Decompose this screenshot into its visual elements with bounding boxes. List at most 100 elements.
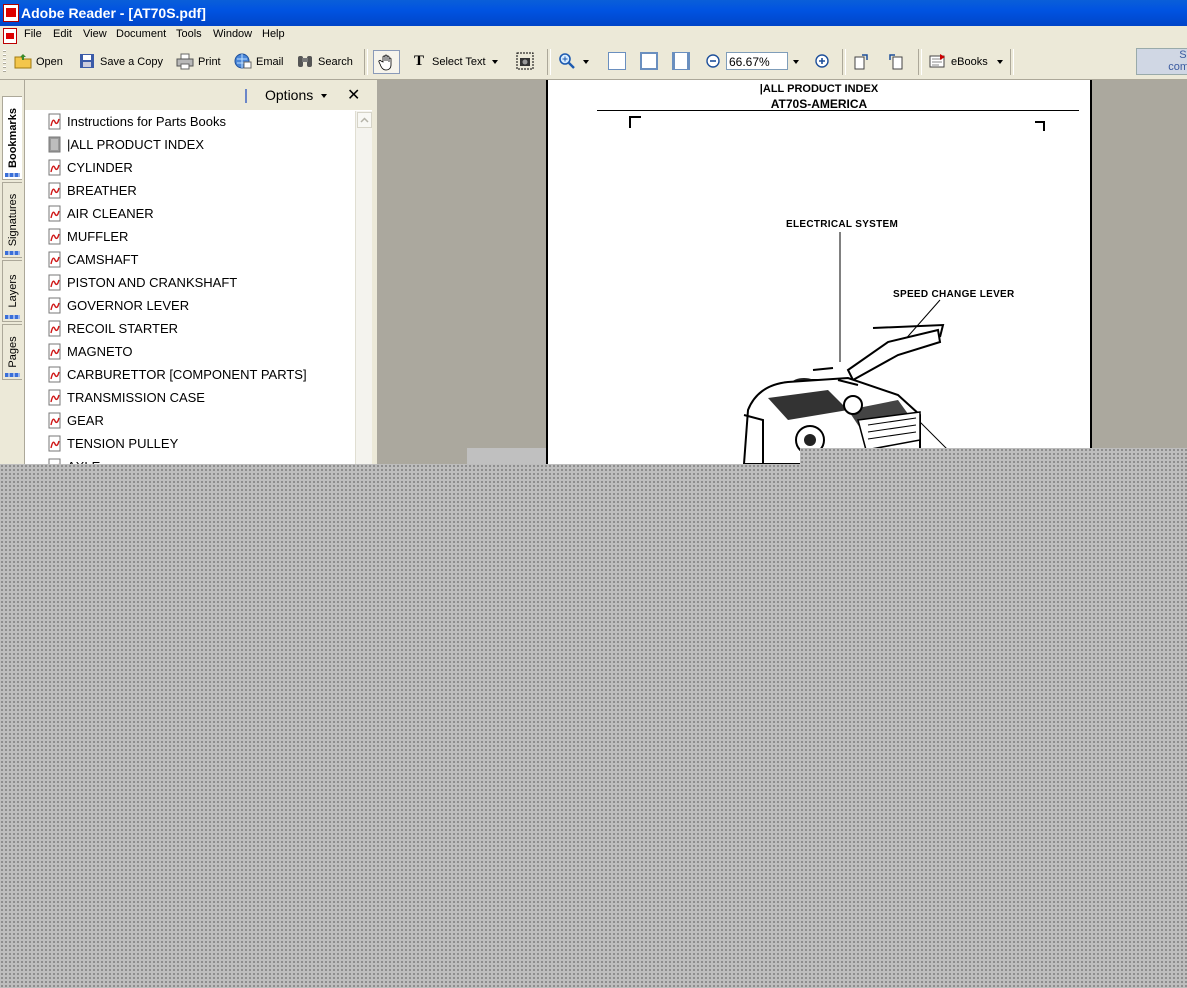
pdf-bookmark-icon	[48, 228, 61, 245]
select-text-icon: T	[413, 53, 424, 70]
bookmark-label: Instructions for Parts Books	[67, 114, 226, 129]
print-button[interactable]: Print	[176, 51, 221, 73]
fit-page-button[interactable]	[640, 51, 662, 73]
menu-help[interactable]: Help	[262, 28, 285, 40]
bookmark-item[interactable]: TENSION PULLEY	[47, 433, 178, 455]
bookmark-label: TRANSMISSION CASE	[67, 390, 205, 405]
zoom-out-button[interactable]	[704, 51, 726, 73]
zoom-tool-dropdown[interactable]	[583, 60, 590, 65]
pdf-bookmark-icon	[48, 182, 61, 199]
rotate-counterclockwise-button[interactable]	[886, 51, 908, 73]
bookmark-item[interactable]: PISTON AND CRANKSHAFT	[47, 272, 237, 294]
pdf-bookmark-icon	[48, 343, 61, 360]
menu-document[interactable]: Document	[116, 28, 166, 40]
bookmark-label: CARBURETTOR [COMPONENT PARTS]	[67, 367, 307, 382]
document-icon[interactable]	[3, 28, 17, 44]
menu-window[interactable]: Window	[213, 28, 252, 40]
options-button[interactable]: Options	[245, 87, 328, 104]
bookmark-label: MAGNETO	[67, 344, 133, 359]
tab-signatures[interactable]: Signatures	[2, 182, 22, 258]
zoom-level-dropdown[interactable]	[793, 51, 799, 73]
pdf-bookmark-icon	[48, 251, 61, 268]
options-icon	[245, 89, 259, 104]
navigation-tabs: Bookmarks Signatures Layers Pages	[0, 80, 25, 464]
open-folder-icon	[14, 54, 32, 69]
bookmark-item[interactable]: TRANSMISSION CASE	[47, 387, 205, 409]
tab-layers[interactable]: Layers	[2, 260, 22, 322]
fit-width-icon	[672, 52, 690, 71]
zoom-in-tool-button[interactable]	[558, 51, 590, 73]
bookmarks-panel: Options ✕ Instructions for Parts Books |A…	[25, 80, 373, 464]
bookmark-item[interactable]: CARBURETTOR [COMPONENT PARTS]	[47, 364, 307, 386]
ebooks-icon	[929, 54, 945, 68]
bookmark-list: Instructions for Parts Books |ALL PRODUCT…	[25, 111, 355, 464]
bookmark-label: TENSION PULLEY	[67, 436, 179, 451]
bookmark-item[interactable]: CAMSHAFT	[47, 249, 139, 271]
ebooks-button[interactable]: eBooks	[929, 51, 1003, 73]
pdf-bookmark-icon	[48, 412, 61, 429]
snapshot-button[interactable]	[516, 51, 538, 73]
select-text-dropdown[interactable]	[491, 60, 498, 65]
window-title: Adobe Reader - [AT70S.pdf]	[21, 5, 206, 21]
email-button[interactable]: Email	[234, 51, 284, 73]
rotate-counterclockwise-icon	[889, 54, 903, 70]
bookmark-scrollbar[interactable]	[355, 111, 373, 464]
menu-view[interactable]: View	[83, 28, 107, 40]
plus-circle-icon	[815, 54, 829, 68]
screen-backdrop	[0, 464, 1187, 988]
menu-bar: File Edit View Document Tools Window Hel…	[0, 26, 1187, 45]
zoom-in-button[interactable]	[813, 51, 835, 73]
promo-banner[interactable]: Si com	[1136, 48, 1187, 75]
tab-bookmarks[interactable]: Bookmarks	[2, 96, 22, 180]
hand-tool-button[interactable]	[373, 50, 400, 74]
bookmark-item[interactable]: |ALL PRODUCT INDEX	[47, 134, 204, 156]
pdf-bookmark-icon	[48, 389, 61, 406]
open-button[interactable]: Open	[14, 51, 63, 73]
actual-size-button[interactable]	[608, 51, 630, 73]
gray-bookmark-icon	[48, 136, 61, 153]
bookmark-item[interactable]: BREATHER	[47, 180, 137, 202]
select-text-button[interactable]: T Select Text	[410, 51, 498, 73]
scroll-up-button[interactable]	[357, 112, 372, 128]
menu-file[interactable]: File	[24, 28, 42, 40]
bookmark-item[interactable]: AXLE	[47, 456, 100, 464]
pdf-bookmark-icon	[48, 320, 61, 337]
printer-icon	[176, 53, 194, 70]
chevron-up-icon	[360, 117, 369, 123]
bookmark-item[interactable]: MUFFLER	[47, 226, 128, 248]
menu-tools[interactable]: Tools	[176, 28, 202, 40]
document-area-lower	[377, 448, 467, 464]
bookmark-label: PISTON AND CRANKSHAFT	[67, 275, 238, 290]
zoom-level-input[interactable]: 66.67%	[726, 52, 788, 70]
bookmark-label: |ALL PRODUCT INDEX	[67, 137, 205, 152]
bookmark-item[interactable]: GEAR	[47, 410, 104, 432]
menu-edit[interactable]: Edit	[53, 28, 72, 40]
toolbar-grip[interactable]	[3, 50, 6, 74]
bookmark-item[interactable]: CYLINDER	[47, 157, 133, 179]
bookmark-label: MUFFLER	[67, 229, 129, 244]
bookmark-label: BREATHER	[67, 183, 137, 198]
adobe-reader-icon	[3, 4, 19, 22]
search-button[interactable]: Search	[296, 51, 353, 73]
bookmark-item[interactable]: MAGNETO	[47, 341, 133, 363]
bookmark-item[interactable]: AIR CLEANER	[47, 203, 154, 225]
bookmark-label: CYLINDER	[67, 160, 133, 175]
chevron-down-icon	[793, 60, 799, 65]
save-copy-button[interactable]: Save a Copy	[78, 51, 163, 73]
binoculars-icon	[298, 56, 312, 68]
bookmark-label: GOVERNOR LEVER	[67, 298, 190, 313]
pdf-page[interactable]: |ALL PRODUCT INDEX AT70S-AMERICA ELECTRI…	[546, 80, 1092, 464]
bookmark-label: AIR CLEANER	[67, 206, 154, 221]
ebooks-dropdown[interactable]	[996, 60, 1003, 65]
pdf-bookmark-icon	[48, 159, 61, 176]
fit-page-icon	[640, 52, 658, 71]
tab-pages[interactable]: Pages	[2, 324, 22, 380]
bookmark-item[interactable]: RECOIL STARTER	[47, 318, 178, 340]
fit-width-button[interactable]	[672, 51, 694, 73]
bookmark-label: RECOIL STARTER	[67, 321, 179, 336]
rotate-clockwise-button[interactable]	[853, 51, 875, 73]
bookmark-item[interactable]: Instructions for Parts Books	[47, 111, 226, 133]
minus-circle-icon	[706, 54, 720, 68]
close-panel-button[interactable]: ✕	[347, 85, 360, 105]
bookmark-item[interactable]: GOVERNOR LEVER	[47, 295, 189, 317]
